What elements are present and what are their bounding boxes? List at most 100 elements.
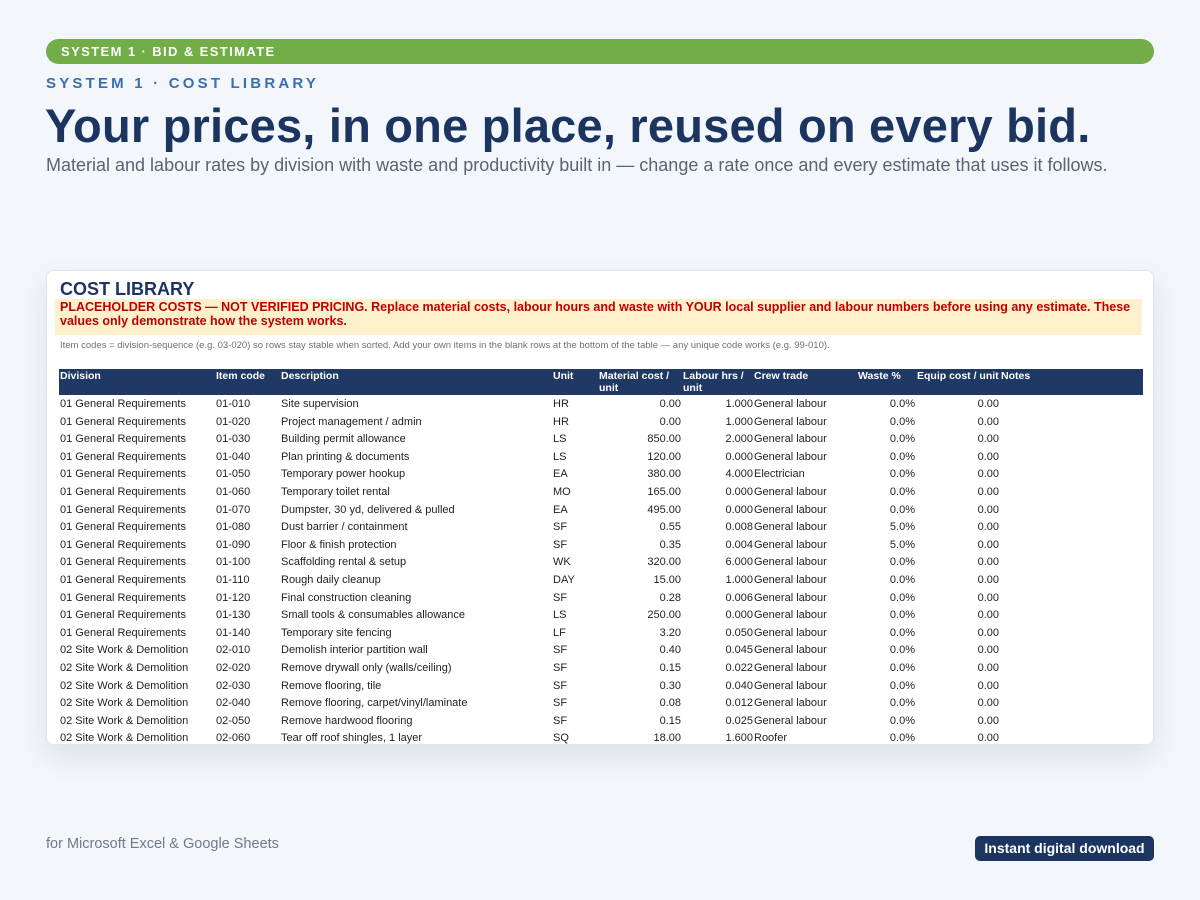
cell-material-cost[interactable]: 15.00 bbox=[599, 572, 681, 590]
table-row[interactable]: 01 General Requirements 01-130 Small tools… bbox=[59, 606, 1143, 624]
cell-equip-cost[interactable]: 0.00 bbox=[917, 519, 999, 537]
cell-unit[interactable]: LS bbox=[553, 449, 566, 467]
cell-material-cost[interactable]: 0.08 bbox=[599, 695, 681, 713]
cell-crew-trade[interactable]: General labour bbox=[754, 642, 827, 660]
cell-material-cost[interactable]: 0.40 bbox=[599, 642, 681, 660]
cell-material-cost[interactable]: 18.00 bbox=[599, 730, 681, 744]
cell-item-code[interactable]: 02-030 bbox=[216, 678, 250, 696]
cell-waste[interactable]: 0.0% bbox=[858, 625, 915, 643]
cell-labour-hrs[interactable]: 0.000 bbox=[683, 502, 753, 520]
cell-equip-cost[interactable]: 0.00 bbox=[917, 396, 999, 414]
cell-description[interactable]: Scaffolding rental & setup bbox=[281, 554, 406, 572]
cell-division[interactable]: 01 General Requirements bbox=[60, 607, 186, 625]
cell-equip-cost[interactable]: 0.00 bbox=[917, 713, 999, 731]
cell-unit[interactable]: SF bbox=[553, 642, 567, 660]
cell-unit[interactable]: EA bbox=[553, 466, 568, 484]
cell-description[interactable]: Dust barrier / containment bbox=[281, 519, 408, 537]
cell-crew-trade[interactable]: Electrician bbox=[754, 466, 805, 484]
cell-item-code[interactable]: 01-010 bbox=[216, 396, 250, 414]
column-header-equip-cost[interactable]: Equip cost / unit bbox=[917, 370, 999, 383]
cell-crew-trade[interactable]: General labour bbox=[754, 554, 827, 572]
column-header-unit[interactable]: Unit bbox=[553, 370, 573, 383]
cell-description[interactable]: Temporary power hookup bbox=[281, 466, 405, 484]
cell-division[interactable]: 01 General Requirements bbox=[60, 484, 186, 502]
table-row[interactable]: 01 General Requirements 01-050 Temporary p… bbox=[59, 465, 1143, 483]
cell-waste[interactable]: 0.0% bbox=[858, 730, 915, 744]
cell-material-cost[interactable]: 3.20 bbox=[599, 625, 681, 643]
cell-waste[interactable]: 0.0% bbox=[858, 660, 915, 678]
cell-equip-cost[interactable]: 0.00 bbox=[917, 625, 999, 643]
cell-unit[interactable]: EA bbox=[553, 502, 568, 520]
cell-description[interactable]: Remove hardwood flooring bbox=[281, 713, 412, 731]
table-row[interactable]: 01 General Requirements 01-120 Final const… bbox=[59, 589, 1143, 607]
cell-division[interactable]: 01 General Requirements bbox=[60, 590, 186, 608]
cell-unit[interactable]: SF bbox=[553, 537, 567, 555]
cell-unit[interactable]: MO bbox=[553, 484, 571, 502]
cell-item-code[interactable]: 01-120 bbox=[216, 590, 250, 608]
cell-waste[interactable]: 5.0% bbox=[858, 519, 915, 537]
cell-equip-cost[interactable]: 0.00 bbox=[917, 695, 999, 713]
cell-description[interactable]: Small tools & consumables allowance bbox=[281, 607, 465, 625]
cell-material-cost[interactable]: 0.55 bbox=[599, 519, 681, 537]
cell-crew-trade[interactable]: General labour bbox=[754, 502, 827, 520]
cell-labour-hrs[interactable]: 0.000 bbox=[683, 607, 753, 625]
cell-crew-trade[interactable]: General labour bbox=[754, 678, 827, 696]
cell-division[interactable]: 02 Site Work & Demolition bbox=[60, 678, 188, 696]
cell-labour-hrs[interactable]: 0.045 bbox=[683, 642, 753, 660]
cell-description[interactable]: Remove drywall only (walls/ceiling) bbox=[281, 660, 452, 678]
cell-item-code[interactable]: 01-070 bbox=[216, 502, 250, 520]
cell-crew-trade[interactable]: General labour bbox=[754, 537, 827, 555]
cell-equip-cost[interactable]: 0.00 bbox=[917, 537, 999, 555]
cell-unit[interactable]: SF bbox=[553, 660, 567, 678]
cell-division[interactable]: 02 Site Work & Demolition bbox=[60, 695, 188, 713]
cell-crew-trade[interactable]: General labour bbox=[754, 519, 827, 537]
cell-waste[interactable]: 0.0% bbox=[858, 484, 915, 502]
cell-waste[interactable]: 0.0% bbox=[858, 502, 915, 520]
cell-waste[interactable]: 0.0% bbox=[858, 713, 915, 731]
cell-crew-trade[interactable]: General labour bbox=[754, 414, 827, 432]
cell-waste[interactable]: 0.0% bbox=[858, 572, 915, 590]
cell-labour-hrs[interactable]: 0.000 bbox=[683, 449, 753, 467]
column-header-waste[interactable]: Waste % bbox=[858, 370, 901, 383]
cell-item-code[interactable]: 01-050 bbox=[216, 466, 250, 484]
cell-equip-cost[interactable]: 0.00 bbox=[917, 431, 999, 449]
cell-labour-hrs[interactable]: 0.004 bbox=[683, 537, 753, 555]
cell-material-cost[interactable]: 850.00 bbox=[599, 431, 681, 449]
table-row[interactable]: 02 Site Work & Demolition 02-050 Remove ha… bbox=[59, 712, 1143, 730]
cell-unit[interactable]: SF bbox=[553, 713, 567, 731]
table-row[interactable]: 01 General Requirements 01-080 Dust barrie… bbox=[59, 518, 1143, 536]
cell-description[interactable]: Site supervision bbox=[281, 396, 359, 414]
cell-item-code[interactable]: 01-090 bbox=[216, 537, 250, 555]
cell-material-cost[interactable]: 320.00 bbox=[599, 554, 681, 572]
cell-unit[interactable]: SF bbox=[553, 695, 567, 713]
cell-crew-trade[interactable]: General labour bbox=[754, 695, 827, 713]
cell-item-code[interactable]: 01-060 bbox=[216, 484, 250, 502]
table-row[interactable]: 01 General Requirements 01-040 Plan printi… bbox=[59, 448, 1143, 466]
cell-item-code[interactable]: 01-020 bbox=[216, 414, 250, 432]
table-row[interactable]: 02 Site Work & Demolition 02-020 Remove dr… bbox=[59, 659, 1143, 677]
cell-crew-trade[interactable]: General labour bbox=[754, 607, 827, 625]
cell-equip-cost[interactable]: 0.00 bbox=[917, 572, 999, 590]
cell-material-cost[interactable]: 0.35 bbox=[599, 537, 681, 555]
table-row[interactable]: 02 Site Work & Demolition 02-030 Remove fl… bbox=[59, 677, 1143, 695]
cell-labour-hrs[interactable]: 6.000 bbox=[683, 554, 753, 572]
cell-item-code[interactable]: 01-130 bbox=[216, 607, 250, 625]
cell-division[interactable]: 01 General Requirements bbox=[60, 466, 186, 484]
cell-waste[interactable]: 0.0% bbox=[858, 396, 915, 414]
cell-description[interactable]: Demolish interior partition wall bbox=[281, 642, 428, 660]
table-row[interactable]: 01 General Requirements 01-060 Temporary t… bbox=[59, 483, 1143, 501]
cell-unit[interactable]: DAY bbox=[553, 572, 575, 590]
cell-equip-cost[interactable]: 0.00 bbox=[917, 554, 999, 572]
table-row[interactable]: 02 Site Work & Demolition 02-060 Tear off … bbox=[59, 729, 1143, 744]
cell-item-code[interactable]: 01-080 bbox=[216, 519, 250, 537]
cell-labour-hrs[interactable]: 1.000 bbox=[683, 572, 753, 590]
cell-waste[interactable]: 0.0% bbox=[858, 678, 915, 696]
table-row[interactable]: 01 General Requirements 01-100 Scaffolding… bbox=[59, 553, 1143, 571]
cell-item-code[interactable]: 01-140 bbox=[216, 625, 250, 643]
table-row[interactable]: 01 General Requirements 01-010 Site superv… bbox=[59, 395, 1143, 413]
cell-division[interactable]: 01 General Requirements bbox=[60, 502, 186, 520]
cell-material-cost[interactable]: 0.15 bbox=[599, 713, 681, 731]
cell-unit[interactable]: SQ bbox=[553, 730, 569, 744]
column-header-item-code[interactable]: Item code bbox=[216, 370, 265, 383]
cell-description[interactable]: Final construction cleaning bbox=[281, 590, 411, 608]
